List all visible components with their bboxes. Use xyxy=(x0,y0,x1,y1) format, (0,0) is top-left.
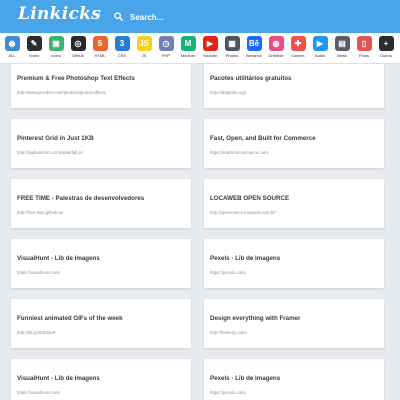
link-title[interactable]: Funniest animated GIFs of the week xyxy=(17,315,123,322)
dribbble-icon: ◍ xyxy=(268,36,284,51)
js-icon: JS xyxy=(136,36,152,51)
link-card[interactable]: LOCAWEB OPEN SOURCE http://opensource.loc… xyxy=(204,179,384,228)
link-card[interactable]: VisualHunt - Lib de imagens https://visua… xyxy=(11,239,191,288)
category-bar: ◉ ALL ✎ Vídeo ▣ Icons ◎ Github 5 HTML 3 CSS JS JS ◷ PHP… xyxy=(0,33,400,64)
category-label: ALL xyxy=(8,53,16,58)
link-title[interactable]: Pinterest Grid in Just 1KB xyxy=(17,135,94,142)
link-url[interactable]: https://pexels.com/ xyxy=(210,390,246,395)
link-card[interactable]: Pexels - Lib de imagens https://pexels.co… xyxy=(204,239,384,288)
link-url[interactable]: https://pexels.com/ xyxy=(210,270,246,275)
category-label: Youtube xyxy=(202,53,218,58)
links-grid: Premium & Free Photoshop Text Effects htt… xyxy=(0,64,400,400)
link-card[interactable]: Pinterest Grid in Just 1KB http://raphamo… xyxy=(11,119,191,168)
play-store-icon: ▶ xyxy=(312,36,328,51)
category-label: PHP xyxy=(161,53,171,58)
newspaper-icon: ▤ xyxy=(334,36,350,51)
category-label: Autos xyxy=(314,53,326,58)
category-label: Vídeo xyxy=(28,53,40,58)
category-label: JS xyxy=(141,53,147,58)
category-news[interactable]: ▤ News xyxy=(332,36,352,62)
category-autos[interactable]: ▶ Autos xyxy=(310,36,330,62)
link-card[interactable]: Pexels - Lib de imagens https://pexels.co… xyxy=(204,359,384,400)
link-title[interactable]: Fast, Open, and Built for Commerce xyxy=(210,135,316,142)
link-url[interactable]: https://reactioncommerce.com/ xyxy=(210,150,269,155)
logo[interactable]: Linkicks xyxy=(18,4,101,24)
link-card[interactable]: Funniest animated GIFs of the week http:/… xyxy=(11,299,191,348)
category-html[interactable]: 5 HTML xyxy=(90,36,110,62)
category-label: Posts xyxy=(358,53,369,58)
top-bar: Linkicks xyxy=(0,0,400,33)
plus-icon: + xyxy=(378,36,394,51)
globe-icon: ◉ xyxy=(4,36,20,51)
link-title[interactable]: VisualHunt - Lib de imagens xyxy=(17,255,100,262)
mobile-icon: ▯ xyxy=(356,36,372,51)
link-title[interactable]: Pexels - Lib de imagens xyxy=(210,255,280,262)
brush-icon: ✎ xyxy=(26,36,42,51)
category-github[interactable]: ◎ Github xyxy=(68,36,88,62)
link-card[interactable]: FREE TIME - Palestras de desenvolvedores… xyxy=(11,179,191,228)
category-label: Dribbble xyxy=(268,53,284,58)
category-behance[interactable]: Bē Behance xyxy=(244,36,264,62)
php-icon: ◷ xyxy=(158,36,174,51)
link-title[interactable]: Pacotes utilitários gratuitos xyxy=(210,75,292,82)
category-label: News xyxy=(336,53,347,58)
link-url[interactable]: https://visualhunt.com/ xyxy=(17,270,60,275)
category-php[interactable]: ◷ PHP xyxy=(156,36,176,62)
category-label: HTML xyxy=(94,53,106,58)
category-label: Outros xyxy=(379,53,392,58)
link-title[interactable]: FREE TIME - Palestras de desenvolvedores xyxy=(17,195,144,202)
category-outros[interactable]: + Outros xyxy=(376,36,396,62)
link-title[interactable]: Premium & Free Photoshop Text Effects xyxy=(17,75,135,82)
link-url[interactable]: https://visualhunt.com/ xyxy=(17,390,60,395)
category-label: Behance xyxy=(246,53,262,58)
github-icon: ◎ xyxy=(70,36,86,51)
category-css[interactable]: 3 CSS xyxy=(112,36,132,62)
category-dribbble[interactable]: ◍ Dribbble xyxy=(266,36,286,62)
medium-icon: M xyxy=(180,36,196,51)
category-posts[interactable]: ▯ Posts xyxy=(354,36,374,62)
category-label: Icons xyxy=(51,53,61,58)
link-url[interactable]: http://bit.ly/2b9zisuP xyxy=(17,330,55,335)
category-label: Github xyxy=(72,53,84,58)
link-title[interactable]: VisualHunt - Lib de imagens xyxy=(17,375,100,382)
category-photos[interactable]: ▦ Photos xyxy=(222,36,242,62)
link-url[interactable]: http://raphamorim.com/waterfall.js/ xyxy=(17,150,83,155)
box-icon: ▣ xyxy=(48,36,64,51)
link-title[interactable]: Design everything with Framer xyxy=(210,315,300,322)
gamepad-icon: ✚ xyxy=(290,36,306,51)
css3-icon: 3 xyxy=(114,36,130,51)
link-card[interactable]: Premium & Free Photoshop Text Effects htt… xyxy=(11,64,191,108)
category-label: CSS xyxy=(117,53,127,58)
search-icon[interactable] xyxy=(114,12,123,21)
category-games[interactable]: ✚ Games xyxy=(288,36,308,62)
youtube-icon: ▶ xyxy=(202,36,218,51)
link-url[interactable]: http://free-time.github.io/ xyxy=(17,210,63,215)
link-url[interactable]: http://ahsprato.org/ xyxy=(210,90,246,95)
behance-icon: Bē xyxy=(246,36,262,51)
category-label: Games xyxy=(291,53,305,58)
link-url[interactable]: http://opensource.locaweb.com.br/ xyxy=(210,210,276,215)
search-input[interactable] xyxy=(130,8,380,26)
link-card[interactable]: VisualHunt - Lib de imagens https://visua… xyxy=(11,359,191,400)
link-url[interactable]: http://www.pixeden.com/photoshop-text-ef… xyxy=(17,90,106,95)
category-label: Photos xyxy=(225,53,239,58)
html5-icon: 5 xyxy=(92,36,108,51)
link-card[interactable]: Pacotes utilitários gratuitos http://ahsp… xyxy=(204,64,384,108)
category-all[interactable]: ◉ ALL xyxy=(2,36,22,62)
category-vídeo[interactable]: ✎ Vídeo xyxy=(24,36,44,62)
photos-icon: ▦ xyxy=(224,36,240,51)
category-js[interactable]: JS JS xyxy=(134,36,154,62)
category-medium[interactable]: M Medium xyxy=(178,36,198,62)
link-card[interactable]: Fast, Open, and Built for Commerce https:… xyxy=(204,119,384,168)
category-youtube[interactable]: ▶ Youtube xyxy=(200,36,220,62)
link-card[interactable]: Design everything with Framer http://fram… xyxy=(204,299,384,348)
link-title[interactable]: Pexels - Lib de imagens xyxy=(210,375,280,382)
link-url[interactable]: http://framerjs.com/ xyxy=(210,330,247,335)
link-title[interactable]: LOCAWEB OPEN SOURCE xyxy=(210,195,289,202)
category-label: Medium xyxy=(180,53,196,58)
category-icons[interactable]: ▣ Icons xyxy=(46,36,66,62)
